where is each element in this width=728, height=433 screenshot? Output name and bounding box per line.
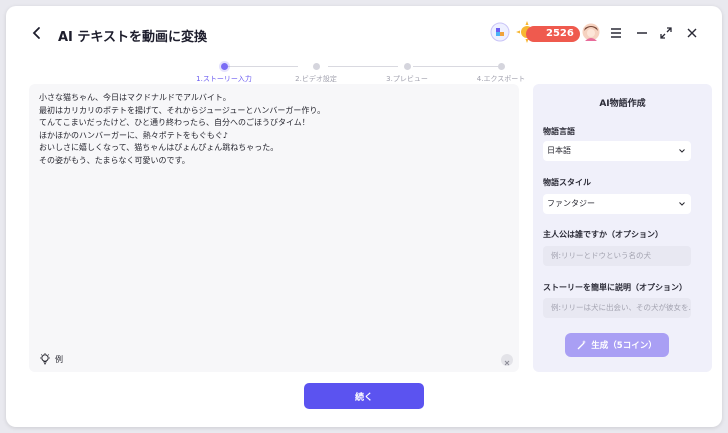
step-2-dot — [313, 63, 320, 70]
progress-steps: 1.ストーリー入力 2.ビデオ設定 3.プレビュー 4.エクスポート — [6, 60, 722, 86]
clear-text-button[interactable] — [501, 354, 513, 366]
protagonist-label: 主人公は誰ですか（オプション） — [543, 230, 663, 239]
title-bar: AI テキストを動画に変換 2526 — [6, 6, 722, 60]
description-input[interactable]: 例:リリーは犬に出会い、その犬が彼女を... — [543, 298, 691, 318]
page-title: AI テキストを動画に変換 — [58, 30, 208, 45]
language-select[interactable]: 日本語 — [543, 141, 691, 161]
magic-wand-icon — [577, 340, 587, 350]
step-1-dot — [221, 63, 228, 70]
language-label: 物語言語 — [543, 127, 575, 136]
generate-button[interactable]: 生成（5コイン） — [565, 333, 669, 357]
step-4-label[interactable]: 4.エクスポート — [477, 74, 525, 84]
step-4-dot — [498, 63, 505, 70]
chevron-down-icon — [679, 149, 685, 153]
style-select[interactable]: ファンタジー — [543, 194, 691, 214]
story-text[interactable]: 小さな猫ちゃん、今日はマクドナルドでアルバイト。 最初はカリカリのポテトを揚げて… — [39, 92, 509, 167]
continue-button[interactable]: 続く — [304, 383, 424, 409]
step-connector — [228, 66, 298, 67]
step-connector — [328, 66, 398, 67]
style-value: ファンタジー — [547, 199, 595, 208]
minimize-icon[interactable] — [636, 27, 648, 39]
protagonist-input[interactable]: 例:リリーとドウという名の犬 — [543, 246, 691, 266]
story-editor[interactable]: 小さな猫ちゃん、今日はマクドナルドでアルバイト。 最初はカリカリのポテトを揚げて… — [29, 84, 519, 372]
lightbulb-icon — [40, 353, 50, 365]
language-value: 日本語 — [547, 146, 571, 155]
coin-balance-badge[interactable]: 2526 — [526, 26, 580, 42]
app-window: AI テキストを動画に変換 2526 1.ストーリー入力 2.ビデオ設定 3.プ… — [6, 6, 722, 427]
close-icon[interactable] — [686, 27, 698, 39]
example-label: 例 — [55, 354, 63, 364]
step-2-label[interactable]: 2.ビデオ設定 — [295, 74, 337, 84]
description-label: ストーリーを簡単に説明（オプション） — [543, 283, 687, 292]
panel-title: AI物語作成 — [599, 99, 646, 109]
step-3-dot — [404, 63, 411, 70]
step-1-label[interactable]: 1.ストーリー入力 — [196, 74, 252, 84]
user-avatar-icon[interactable] — [582, 23, 600, 41]
maximize-icon[interactable] — [660, 27, 672, 39]
ai-story-panel: AI物語作成 物語言語 日本語 物語スタイル ファンタジー 主人公は誰ですか（オ… — [533, 84, 712, 372]
step-3-label[interactable]: 3.プレビュー — [386, 74, 428, 84]
example-button[interactable]: 例 — [39, 352, 63, 366]
clear-x-icon — [504, 360, 510, 366]
menu-icon[interactable] — [610, 27, 622, 39]
step-connector — [413, 66, 498, 67]
chevron-down-icon — [679, 202, 685, 206]
back-arrow-icon[interactable] — [30, 26, 44, 40]
generate-label: 生成（5コイン） — [591, 341, 657, 351]
style-label: 物語スタイル — [543, 178, 591, 187]
app-store-icon[interactable] — [490, 22, 510, 42]
